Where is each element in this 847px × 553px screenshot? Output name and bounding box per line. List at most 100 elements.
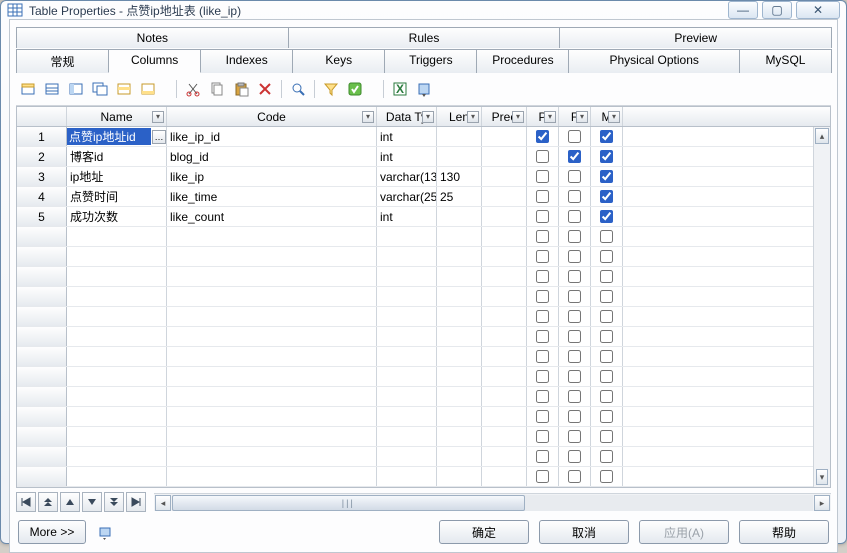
cell-length[interactable]: 130 [437, 167, 482, 186]
checkbox-f[interactable] [568, 190, 581, 203]
cell-length[interactable] [437, 347, 482, 366]
table-row[interactable]: 4点赞时间like_timevarchar(2525 [17, 187, 830, 207]
checkbox-m[interactable] [600, 390, 613, 403]
cell-name[interactable] [67, 327, 167, 346]
tab-mysql[interactable]: MySQL [739, 49, 832, 73]
cell-precision[interactable] [482, 327, 527, 346]
cell-p[interactable] [527, 387, 559, 406]
checkbox-m[interactable] [600, 130, 613, 143]
tb-copy-icon[interactable] [207, 79, 227, 99]
cell-m[interactable] [591, 127, 623, 146]
tab-indexes[interactable]: Indexes [200, 49, 293, 73]
cell-code[interactable] [167, 407, 377, 426]
table-row-empty[interactable] [17, 387, 830, 407]
checkbox-f[interactable] [568, 410, 581, 423]
nav-last[interactable] [126, 492, 146, 512]
cell-rownum[interactable] [17, 367, 67, 386]
cell-precision[interactable] [482, 467, 527, 486]
table-row-empty[interactable] [17, 427, 830, 447]
checkbox-m[interactable] [600, 190, 613, 203]
checkbox-f[interactable] [568, 270, 581, 283]
cell-name[interactable] [67, 267, 167, 286]
cell-code[interactable] [167, 267, 377, 286]
cell-p[interactable] [527, 307, 559, 326]
checkbox-f[interactable] [568, 210, 581, 223]
cell-p[interactable] [527, 367, 559, 386]
cell-m[interactable] [591, 227, 623, 246]
checkbox-f[interactable] [568, 250, 581, 263]
ok-button[interactable]: 确定 [439, 520, 529, 544]
cell-length[interactable] [437, 427, 482, 446]
cell-rownum[interactable] [17, 467, 67, 486]
tab-procedures[interactable]: Procedures [476, 49, 569, 73]
cell-p[interactable] [527, 227, 559, 246]
cell-m[interactable] [591, 407, 623, 426]
checkbox-m[interactable] [600, 450, 613, 463]
cell-f[interactable] [559, 367, 591, 386]
cell-f[interactable] [559, 207, 591, 226]
table-row[interactable]: 5成功次数like_countint [17, 207, 830, 227]
cell-f[interactable] [559, 307, 591, 326]
cell-f[interactable] [559, 167, 591, 186]
tb-grid-clone-icon[interactable] [90, 79, 110, 99]
customize-toolbar-icon[interactable] [96, 522, 116, 542]
cell-p[interactable] [527, 267, 559, 286]
cell-name[interactable] [67, 407, 167, 426]
cell-p[interactable] [527, 207, 559, 226]
cell-name[interactable] [67, 227, 167, 246]
dropdown-icon[interactable]: ▾ [544, 111, 556, 123]
checkbox-p[interactable] [536, 170, 549, 183]
cell-length[interactable] [437, 247, 482, 266]
checkbox-p[interactable] [536, 410, 549, 423]
cell-precision[interactable] [482, 127, 527, 146]
checkbox-m[interactable] [600, 230, 613, 243]
checkbox-f[interactable] [568, 150, 581, 163]
cell-length[interactable]: 25 [437, 187, 482, 206]
checkbox-p[interactable] [536, 270, 549, 283]
checkbox-m[interactable] [600, 250, 613, 263]
tb-excel-icon[interactable]: X [390, 79, 410, 99]
cell-datatype[interactable] [377, 287, 437, 306]
checkbox-p[interactable] [536, 370, 549, 383]
scroll-track[interactable]: ||| [172, 495, 813, 511]
table-row-empty[interactable] [17, 307, 830, 327]
cell-code[interactable] [167, 287, 377, 306]
vertical-scrollbar[interactable]: ▴ ▾ [813, 127, 830, 487]
tab-triggers[interactable]: Triggers [384, 49, 477, 73]
cell-rownum[interactable]: 2 [17, 147, 67, 166]
table-row-empty[interactable] [17, 467, 830, 487]
scroll-thumb[interactable]: ||| [172, 495, 525, 511]
cell-name[interactable] [67, 307, 167, 326]
checkbox-f[interactable] [568, 170, 581, 183]
checkbox-p[interactable] [536, 130, 549, 143]
header-f[interactable]: F▾ [559, 107, 591, 126]
tb-grid-new-icon[interactable] [18, 79, 38, 99]
table-row-empty[interactable] [17, 367, 830, 387]
cell-code[interactable] [167, 467, 377, 486]
cell-precision[interactable] [482, 187, 527, 206]
cell-datatype[interactable] [377, 367, 437, 386]
cell-m[interactable] [591, 307, 623, 326]
checkbox-m[interactable] [600, 270, 613, 283]
checkbox-f[interactable] [568, 430, 581, 443]
cell-code[interactable]: blog_id [167, 147, 377, 166]
cell-datatype[interactable] [377, 347, 437, 366]
header-m[interactable]: M▾ [591, 107, 623, 126]
checkbox-m[interactable] [600, 170, 613, 183]
cell-code[interactable] [167, 387, 377, 406]
cell-datatype[interactable] [377, 247, 437, 266]
cell-p[interactable] [527, 427, 559, 446]
cell-datatype[interactable] [377, 387, 437, 406]
cell-precision[interactable] [482, 227, 527, 246]
checkbox-m[interactable] [600, 370, 613, 383]
cell-f[interactable] [559, 347, 591, 366]
cell-length[interactable] [437, 327, 482, 346]
cell-name[interactable]: 点赞时间 [67, 187, 167, 206]
cell-code[interactable]: like_time [167, 187, 377, 206]
scroll-down-icon[interactable]: ▾ [816, 469, 828, 485]
tab-columns[interactable]: Columns [108, 49, 201, 73]
cell-p[interactable] [527, 167, 559, 186]
cell-f[interactable] [559, 247, 591, 266]
cell-code[interactable]: like_count [167, 207, 377, 226]
cell-code[interactable]: like_ip_id [167, 127, 377, 146]
